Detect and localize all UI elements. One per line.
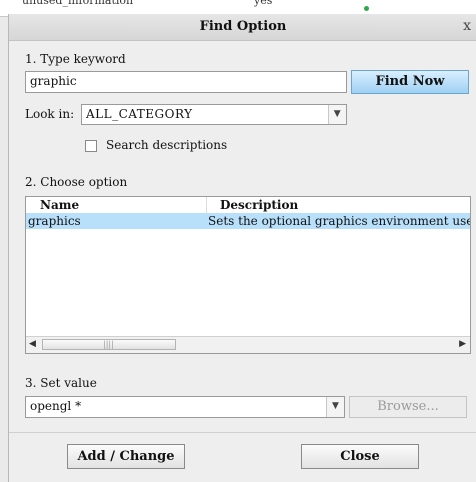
scroll-left-icon[interactable]: ◀ (29, 339, 36, 349)
look-in-label: Look in: (25, 107, 75, 121)
find-option-dialog: Find Option x 1. Type keyword graphic Fi… (8, 14, 476, 482)
close-icon[interactable]: x (463, 18, 471, 34)
set-value-value: opengl * (30, 399, 82, 413)
scroll-right-icon[interactable]: ▶ (459, 339, 466, 349)
status-dot-icon (364, 6, 369, 11)
column-header-description[interactable]: Description (220, 198, 298, 212)
set-value-combo[interactable]: opengl * ▼ (25, 396, 345, 418)
horizontal-scrollbar[interactable]: ◀ |||| ▶ (26, 336, 470, 353)
options-list[interactable]: Name Description graphics Sets the optio… (25, 196, 471, 354)
step1-label: 1. Type keyword (25, 52, 126, 66)
keyword-input-value: graphic (30, 74, 77, 88)
dialog-titlebar: Find Option x (9, 14, 476, 41)
footer-divider (9, 432, 476, 433)
search-descriptions-label: Search descriptions (106, 138, 228, 152)
list-header: Name Description (26, 197, 470, 213)
step2-label: 2. Choose option (25, 175, 128, 189)
keyword-input[interactable]: graphic (25, 71, 347, 93)
column-divider[interactable] (206, 197, 207, 213)
grip-icon: |||| (103, 340, 114, 349)
background-cell-name: unused_information (22, 0, 134, 7)
browse-button[interactable]: Browse... (349, 396, 467, 418)
column-header-name[interactable]: Name (40, 198, 79, 212)
chevron-down-icon[interactable]: ▼ (328, 105, 346, 124)
look-in-value: ALL_CATEGORY (86, 107, 193, 121)
step3-label: 3. Set value (25, 376, 97, 390)
close-button[interactable]: Close (301, 444, 419, 469)
row-name: graphics (28, 214, 81, 228)
look-in-select[interactable]: ALL_CATEGORY ▼ (81, 104, 347, 125)
background-cell-value: yes (254, 0, 273, 7)
search-descriptions-checkbox[interactable] (85, 140, 97, 152)
list-item[interactable]: graphics Sets the optional graphics envi… (26, 213, 470, 229)
add-change-button[interactable]: Add / Change (67, 444, 185, 469)
dialog-title: Find Option (199, 19, 287, 34)
chevron-down-icon[interactable]: ▼ (326, 397, 344, 417)
scrollbar-thumb[interactable]: |||| (42, 339, 176, 350)
find-now-button[interactable]: Find Now (351, 70, 469, 94)
row-description: Sets the optional graphics environment u… (208, 214, 471, 228)
